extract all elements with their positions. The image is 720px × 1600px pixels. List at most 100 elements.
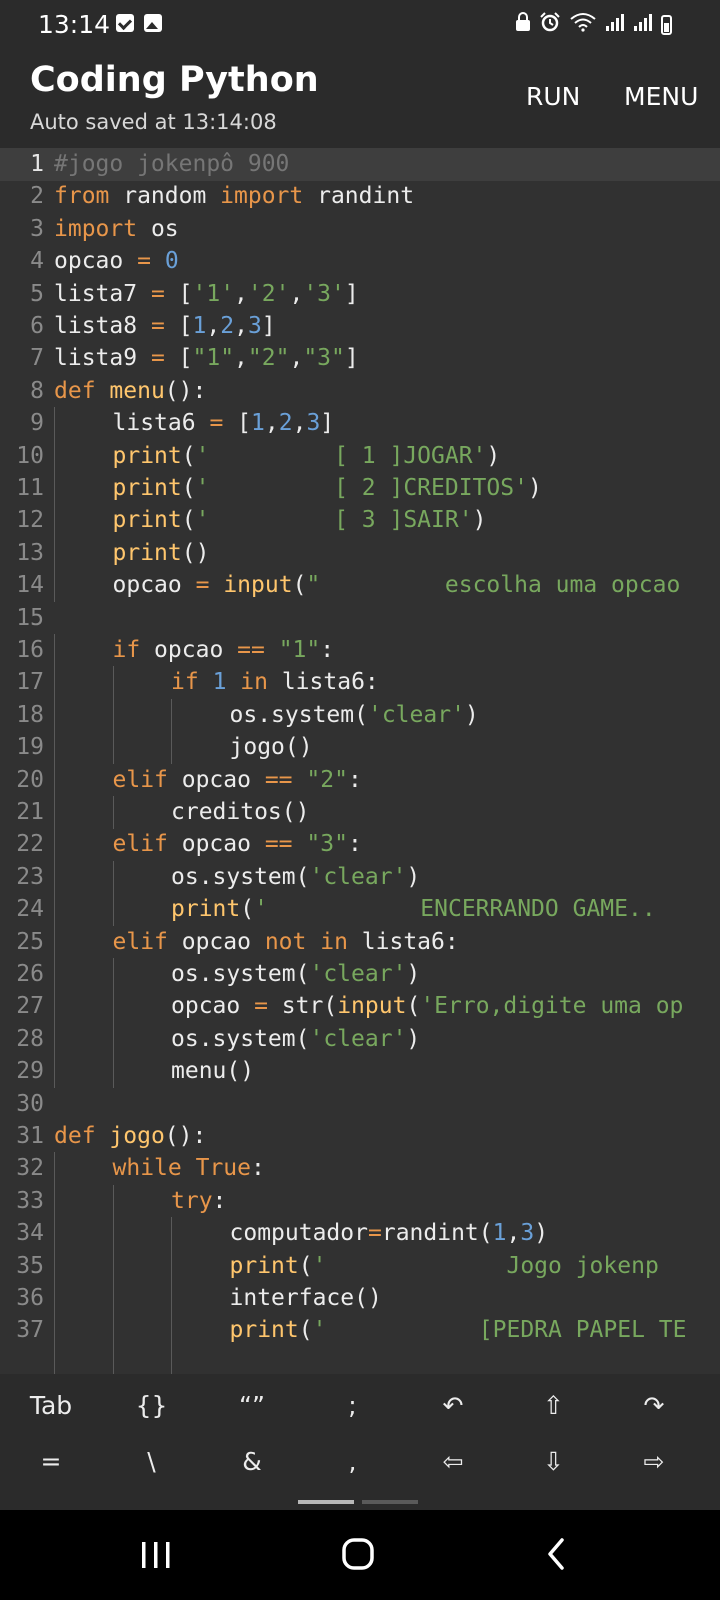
undo-icon[interactable]: ↶ <box>402 1378 504 1434</box>
code-line[interactable]: 1 #jogo jokenpô 900 <box>0 148 720 181</box>
code-text: opcao = input(" escolha uma opcao <box>113 569 681 602</box>
recents-icon[interactable] <box>128 1530 188 1580</box>
code-line[interactable]: 35 print(' Jogo jokenp <box>0 1249 720 1283</box>
code-line[interactable]: 11 print(' [ 2 ]CREDITOS') <box>0 472 720 505</box>
comma-key[interactable]: , <box>302 1434 404 1490</box>
code-line[interactable]: 19 jogo() <box>0 731 720 765</box>
code-token: opcao <box>171 993 255 1020</box>
code-token: " escolha uma opcao <box>306 572 681 599</box>
code-token: os.system( <box>171 1025 310 1052</box>
code-line[interactable]: 15 <box>0 602 720 635</box>
indent-guide <box>54 407 55 441</box>
code-token: if <box>171 669 199 696</box>
code-token: str( <box>267 993 338 1020</box>
arrow-up-icon[interactable]: ⇧ <box>503 1378 605 1434</box>
home-icon[interactable] <box>328 1530 388 1580</box>
code-line[interactable]: 17 if 1 in lista6: <box>0 666 720 700</box>
code-line[interactable]: 23 os.system('clear') <box>0 860 720 894</box>
code-text: print(' ENCERRANDO GAME.. <box>171 893 656 926</box>
code-line[interactable]: 36 interface() <box>0 1282 720 1315</box>
code-line[interactable]: 10 print(' [ 1 ]JOGAR') <box>0 439 720 473</box>
code-line[interactable] <box>0 1346 720 1374</box>
code-token: [ <box>164 313 193 339</box>
code-line[interactable]: 4 opcao = 0 <box>0 245 720 278</box>
redo-icon[interactable]: ↷ <box>603 1378 705 1434</box>
indent-guide <box>171 1314 172 1348</box>
code-token: = <box>150 313 165 339</box>
code-token: "1" <box>192 345 235 372</box>
code-token: interface() <box>229 1285 382 1311</box>
code-line[interactable]: 13 print() <box>0 536 720 570</box>
indent-guide <box>54 1217 55 1251</box>
code-line[interactable]: 5 lista7 = ['1','2','3'] <box>0 278 720 311</box>
code-token: ( <box>181 475 196 501</box>
code-line[interactable]: 22 elif opcao == "3": <box>0 828 720 862</box>
indent-guide <box>54 439 55 473</box>
code-line[interactable]: 24 print(' ENCERRANDO GAME.. <box>0 893 720 927</box>
code-line[interactable]: 7 lista9 = ["1","2","3"] <box>0 342 720 375</box>
arrow-left-icon[interactable]: ⇦ <box>402 1434 504 1490</box>
code-token: , <box>234 313 248 339</box>
code-text: lista9 = ["1","2","3"] <box>54 342 359 375</box>
code-line[interactable]: 34 computador=randint(1,3) <box>0 1217 720 1251</box>
code-line[interactable]: 8 def menu(): <box>0 375 720 408</box>
code-line[interactable]: 2 from random import randint <box>0 180 720 213</box>
line-number: 16 <box>16 637 44 663</box>
quotes-key[interactable]: “” <box>201 1378 303 1434</box>
code-line[interactable]: 27 opcao = str(input('Erro,digite uma op <box>0 990 720 1024</box>
code-line[interactable]: 29 menu() <box>0 1055 720 1089</box>
indent-guide <box>54 958 55 991</box>
indent-guide <box>112 796 114 829</box>
code-line[interactable]: 30 <box>0 1088 720 1121</box>
code-line[interactable]: 28 os.system('clear') <box>0 1022 720 1056</box>
menu-button[interactable]: MENU <box>624 82 698 111</box>
back-icon[interactable] <box>528 1530 588 1580</box>
code-line[interactable]: 33 try: <box>0 1184 720 1218</box>
backslash-key[interactable]: \ <box>101 1434 203 1490</box>
run-button[interactable]: RUN <box>526 82 580 111</box>
code-token: in <box>320 928 348 955</box>
code-line[interactable]: 26 os.system('clear') <box>0 958 720 991</box>
code-line[interactable]: 37 print(' [PEDRA PAPEL TE <box>0 1314 720 1348</box>
code-token: opcao <box>167 831 265 858</box>
code-token: randint( <box>381 1220 493 1247</box>
code-line[interactable]: 21 creditos() <box>0 796 720 829</box>
code-token: ( <box>181 442 196 469</box>
ampersand-key[interactable]: & <box>201 1434 303 1490</box>
code-line[interactable]: 32 while True: <box>0 1152 720 1186</box>
code-line[interactable]: 12 print(' [ 3 ]SAIR') <box>0 504 720 538</box>
code-text: from random import randint <box>54 180 414 213</box>
code-line[interactable]: 6 lista8 = [1,2,3] <box>0 310 720 343</box>
code-token: ) <box>486 442 501 469</box>
code-editor[interactable]: 1 #jogo jokenpô 900 2 from random import ra… <box>0 148 720 1374</box>
code-text: elif opcao not in lista6: <box>113 926 459 959</box>
code-token: #jogo jokenpô 900 <box>54 151 290 177</box>
code-token: ( <box>298 1317 313 1344</box>
semicolon-key[interactable]: ; <box>302 1378 404 1434</box>
indent-guide <box>54 731 55 765</box>
tab-key[interactable]: Tab <box>0 1378 102 1434</box>
code-token: , <box>289 345 304 372</box>
arrow-down-icon[interactable]: ⇩ <box>503 1434 605 1490</box>
line-number: 15 <box>16 604 44 631</box>
code-line[interactable]: 20 elif opcao == "2": <box>0 763 720 797</box>
code-line[interactable]: 18 os.system('clear') <box>0 698 720 732</box>
code-token: (): <box>164 377 207 404</box>
line-number: 34 <box>16 1220 44 1247</box>
line-number: 21 <box>16 799 44 825</box>
code-line[interactable]: 14 opcao = input(" escolha uma opcao <box>0 569 720 603</box>
code-line[interactable]: 31 def jogo(): <box>0 1120 720 1153</box>
code-token: ' [ 1 ]JOGAR' <box>195 442 487 469</box>
equals-key[interactable]: = <box>0 1434 102 1490</box>
braces-key[interactable]: {} <box>101 1378 203 1434</box>
code-line[interactable]: 3 import os <box>0 213 720 246</box>
code-token: "3" <box>306 831 348 858</box>
code-line[interactable]: 9 lista6 = [1,2,3] <box>0 407 720 441</box>
code-line[interactable]: 25 elif opcao not in lista6: <box>0 925 720 959</box>
code-line[interactable]: 16 if opcao == "1": <box>0 634 720 667</box>
arrow-right-icon[interactable]: ⇨ <box>603 1434 705 1490</box>
code-token: '1' <box>192 280 235 307</box>
code-token: print <box>229 1317 299 1344</box>
